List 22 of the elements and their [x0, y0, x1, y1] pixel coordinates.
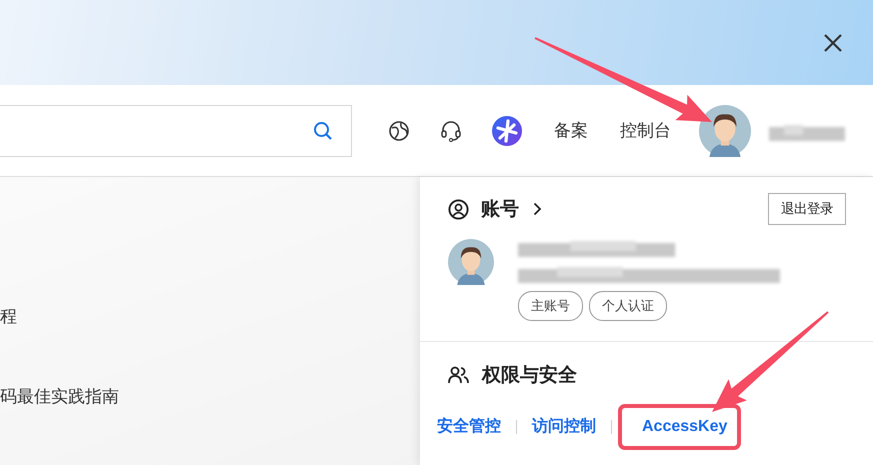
- section-title: 权限与安全: [482, 364, 577, 388]
- logout-button[interactable]: 退出登录: [768, 193, 846, 225]
- avatar: [448, 239, 494, 285]
- users-icon: [448, 365, 470, 385]
- asterisk-logo-icon[interactable]: [492, 116, 522, 146]
- avatar-button[interactable]: [699, 104, 751, 156]
- account-tag: 主账号: [518, 291, 583, 321]
- user-icon: [448, 198, 469, 220]
- globe-icon[interactable]: [388, 120, 410, 142]
- security-link[interactable]: 安全管控: [437, 406, 501, 447]
- close-icon[interactable]: [823, 32, 843, 52]
- account-tag: 个人认证: [589, 291, 667, 321]
- security-link[interactable]: 访问控制: [532, 406, 596, 447]
- headset-icon[interactable]: [440, 120, 462, 142]
- nav-link[interactable]: 控制台: [620, 119, 671, 142]
- chevron-icon[interactable]: [533, 202, 542, 216]
- account-title[interactable]: 账号: [481, 196, 519, 222]
- search-field[interactable]: [0, 104, 352, 156]
- course-title[interactable]: 码最佳实践指南: [0, 385, 420, 465]
- search-icon[interactable]: [313, 120, 333, 140]
- nav-link[interactable]: 备案: [554, 119, 588, 142]
- course-title[interactable]: 程: [0, 305, 420, 385]
